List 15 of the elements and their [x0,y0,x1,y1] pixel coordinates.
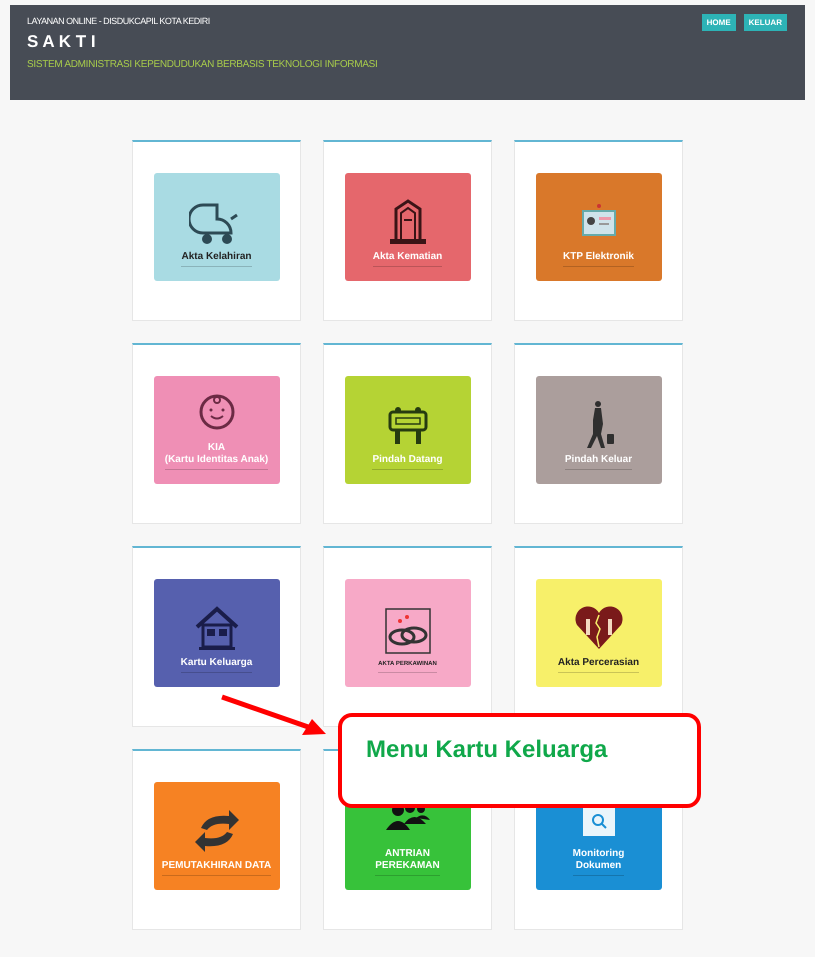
callout-tooltip: Menu Kartu Keluarga [338,713,701,808]
menu-tile[interactable]: PEMUTAKHIRAN DATA [154,782,280,890]
nav-button[interactable]: KELUAR [744,14,787,31]
menu-tile[interactable]: Pindah Keluar [536,376,662,484]
menu-tile[interactable]: KIA (Kartu Identitas Anak) [154,376,280,484]
site-subtitle: LAYANAN ONLINE - DISDUKCAPIL KOTA KEDIRI [27,16,211,26]
site-tagline: SISTEM ADMINISTRASI KEPENDUDUKAN BERBASIS TEKNOLOGI INFORMASI [27,59,378,70]
menu-tile[interactable]: KTP Elektronik [536,173,662,281]
menu-tile[interactable]: Akta Percerasian [536,579,662,687]
site-title: S A K T I [27,32,97,52]
menu-tile[interactable]: Pindah Datang [344,376,470,484]
nav-button[interactable]: HOME [702,14,736,31]
menu-tile[interactable]: Akta Kelahiran [154,173,280,281]
menu-tile[interactable]: Kartu Keluarga [154,579,280,687]
menu-tile[interactable]: Akta Kematian [344,173,470,281]
